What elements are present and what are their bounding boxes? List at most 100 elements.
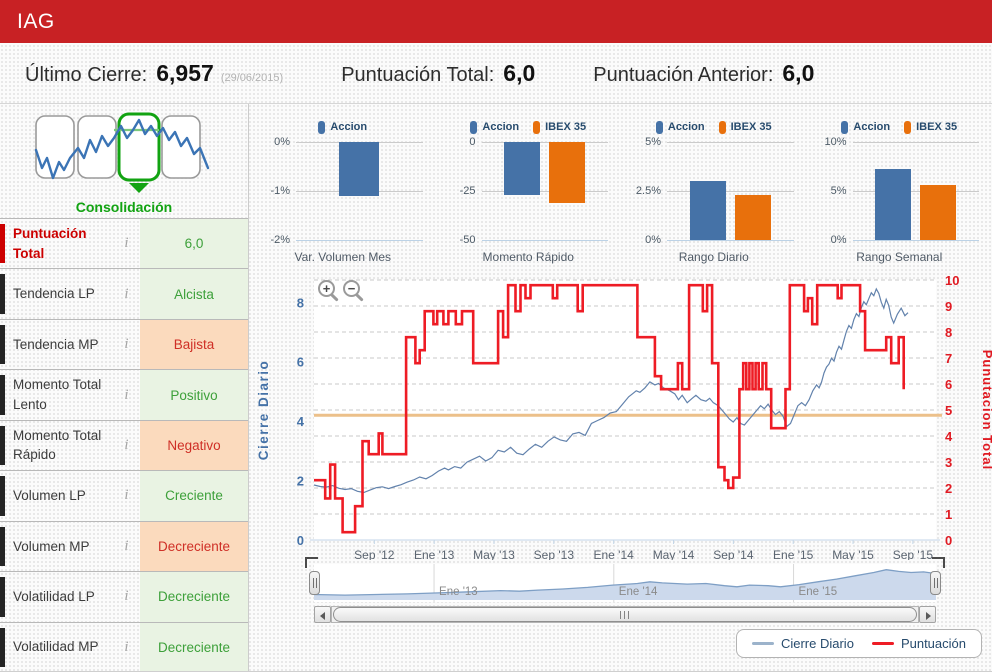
info-icon[interactable]: i: [113, 320, 140, 369]
legend-label: Accion: [482, 121, 520, 133]
scrollbar-thumb[interactable]: [333, 607, 917, 622]
gridline: [481, 240, 608, 241]
indicator-value: Bajista: [140, 319, 248, 370]
zoom-in-icon[interactable]: +: [318, 280, 335, 297]
y-axis-tick: 0: [469, 136, 476, 148]
navigator-area-chart[interactable]: Ene '13 Ene '14 Ene '15: [314, 564, 936, 602]
legend-item[interactable]: Accion: [470, 120, 520, 134]
price-score-chart[interactable]: Sep '12 Ene '13 May '13 Sep '13 Ene '14 May '…: [250, 268, 992, 560]
y-axis-tick: 5%: [645, 136, 661, 148]
y-axis-tick: 10%: [824, 136, 847, 148]
bar[interactable]: [734, 195, 771, 240]
legend-label: IBEX 35: [730, 121, 772, 133]
svg-text:6: 6: [945, 377, 952, 392]
scrollbar-left-arrow[interactable]: [314, 606, 331, 623]
legend-item[interactable]: IBEX 35: [904, 120, 957, 134]
gridline: [667, 240, 794, 241]
scrollbar-right-arrow[interactable]: [919, 606, 936, 623]
legend-item[interactable]: Accion: [318, 120, 367, 134]
info-icon[interactable]: i: [113, 572, 140, 621]
svg-text:8: 8: [945, 325, 952, 340]
info-icon[interactable]: i: [113, 471, 140, 520]
svg-text:7: 7: [945, 351, 952, 366]
legend-marker-icon: [904, 120, 912, 134]
gridline: [852, 191, 979, 192]
svg-text:8: 8: [297, 295, 304, 310]
y-axis-tick: -2%: [270, 234, 290, 246]
bar[interactable]: [339, 142, 380, 196]
indicator-row: Volatilidad LP i Decreciente: [0, 571, 248, 622]
legend-marker-icon: [841, 120, 849, 134]
svg-text:Ene '14: Ene '14: [619, 586, 658, 598]
info-icon[interactable]: i: [113, 623, 140, 672]
indicator-value: 6,0: [140, 219, 248, 269]
legend-line-icon: [871, 642, 894, 645]
mini-chart: Accion IBEX 35 5% 2.5% 0% Rango Diario: [621, 110, 807, 268]
chart-scrollbar: [314, 606, 936, 623]
zoom-out-icon[interactable]: −: [343, 280, 360, 297]
bar[interactable]: [689, 181, 726, 240]
legend-item[interactable]: Cierre Diario: [751, 636, 854, 651]
indicator-row: Tendencia LP i Alcista: [0, 268, 248, 319]
svg-text:Punutacion Total: Punutacion Total: [980, 350, 992, 470]
mini-charts-strip: Accion 0% -1% -2% Var. Volumen Mes Accion IBEX…: [250, 110, 992, 268]
legend-item[interactable]: Puntuación: [871, 636, 966, 651]
svg-text:May '14: May '14: [653, 548, 695, 560]
mini-chart-title: Rango Semanal: [856, 250, 943, 264]
indicator-value: Negativo: [140, 420, 248, 471]
title-bar: IAG: [0, 0, 992, 43]
last-close-label: Último Cierre:: [25, 63, 148, 86]
legend-item[interactable]: Accion: [841, 120, 890, 134]
svg-text:Ene '13: Ene '13: [439, 586, 478, 598]
indicator-label: Volatilidad LP: [0, 577, 113, 617]
legend-label: IBEX 35: [545, 121, 587, 133]
info-icon[interactable]: i: [113, 522, 140, 571]
indicator-value: Positivo: [140, 370, 248, 420]
previous-score-label: Puntuación Anterior:: [593, 63, 774, 86]
indicator-row: Momento Total Lento i Positivo: [0, 369, 248, 420]
scrollbar-grip-icon: [620, 611, 629, 619]
info-icon[interactable]: i: [113, 370, 140, 419]
svg-text:Cierre Diario: Cierre Diario: [256, 360, 271, 461]
navigator-right-handle[interactable]: [930, 571, 941, 595]
indicator-label: Momento Total Rápido: [0, 425, 113, 466]
total-score-value: 6,0: [503, 59, 536, 86]
stats-strip: Último Cierre: 6,957 (29/06/2015) Puntua…: [0, 43, 992, 104]
bar[interactable]: [549, 142, 586, 203]
svg-text:6: 6: [297, 355, 304, 370]
market-phase-widget: Consolidación: [0, 104, 248, 218]
indicator-label: Tendencia MP: [0, 324, 113, 365]
indicator-row: Tendencia MP i Bajista: [0, 318, 248, 370]
legend-item[interactable]: Accion: [655, 120, 705, 134]
navigator-left-handle[interactable]: [309, 571, 320, 595]
mini-chart-legend: Accion IBEX 35: [807, 118, 992, 136]
mini-chart-legend: Accion IBEX 35: [436, 118, 622, 136]
indicator-label: Tendencia LP: [0, 274, 113, 314]
bar[interactable]: [504, 142, 541, 195]
last-close-value: 6,957: [156, 59, 214, 86]
svg-text:May '15: May '15: [832, 548, 874, 560]
legend-item[interactable]: IBEX 35: [718, 120, 772, 134]
svg-text:Ene '15: Ene '15: [799, 586, 838, 598]
legend-marker-icon: [470, 120, 478, 134]
scrollbar-track[interactable]: [331, 606, 919, 623]
mini-chart-title: Rango Diario: [678, 250, 749, 264]
legend-marker-icon: [318, 120, 326, 134]
y-axis-tick: 0%: [274, 136, 290, 148]
indicator-row: Volumen LP i Creciente: [0, 470, 248, 521]
svg-text:3: 3: [945, 455, 952, 470]
info-icon[interactable]: i: [113, 219, 140, 268]
svg-text:0: 0: [297, 533, 304, 548]
gridline: [852, 142, 979, 143]
legend-line-icon: [751, 642, 774, 645]
info-icon[interactable]: i: [113, 421, 140, 470]
indicator-value: Creciente: [140, 471, 248, 521]
legend-item[interactable]: IBEX 35: [533, 120, 587, 134]
svg-text:5: 5: [945, 403, 952, 418]
indicator-value: Alcista: [140, 269, 248, 319]
indicator-sidebar: Consolidación Puntuación Total i 6,0 Tenden…: [0, 104, 249, 672]
bar[interactable]: [875, 169, 912, 240]
info-icon[interactable]: i: [113, 269, 140, 318]
bar[interactable]: [920, 185, 957, 240]
mini-chart-legend: Accion: [250, 118, 436, 136]
